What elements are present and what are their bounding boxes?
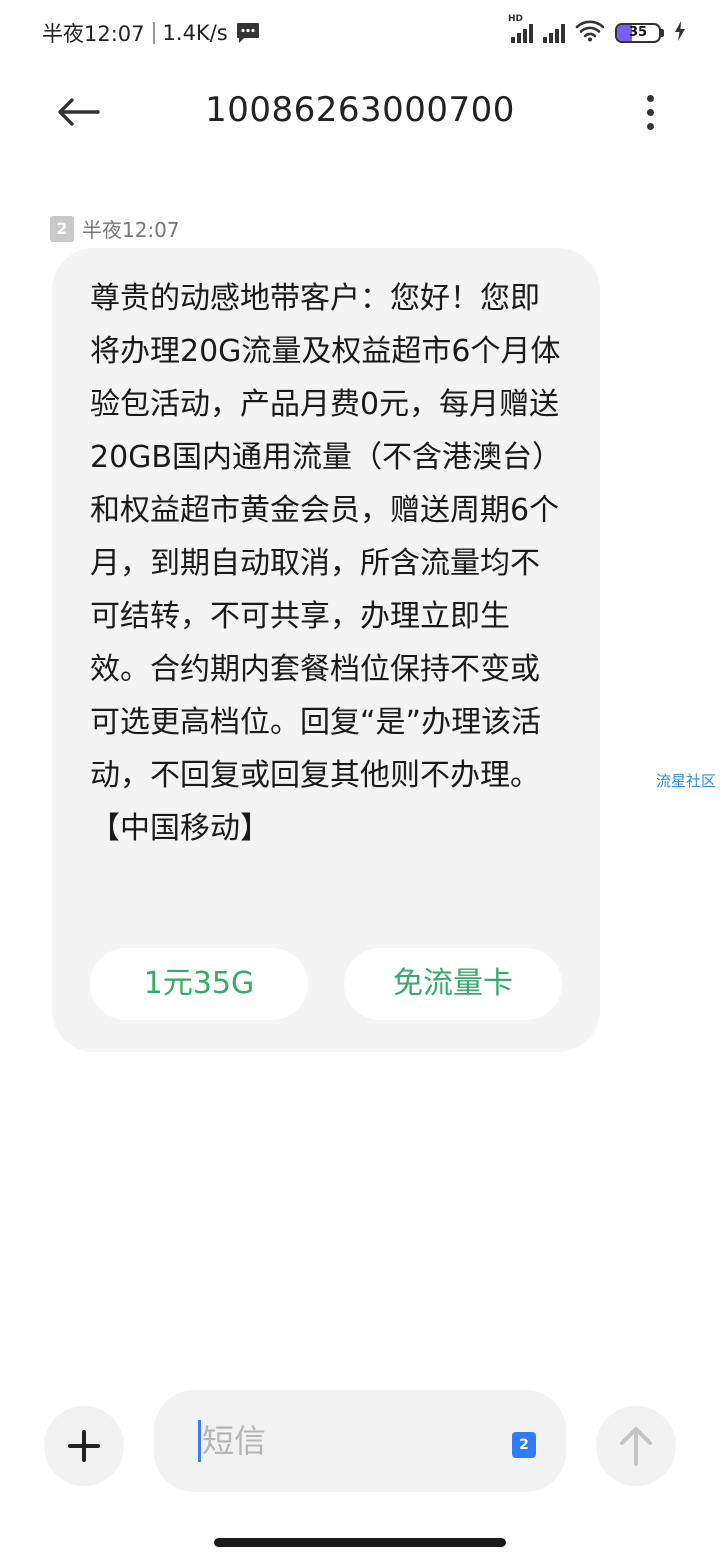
- message-notification-icon: [236, 22, 260, 44]
- plus-icon: [68, 1430, 100, 1462]
- signal-hd-icon: HD: [508, 14, 533, 43]
- back-button[interactable]: [48, 86, 108, 138]
- status-time: 半夜12:07: [42, 22, 145, 46]
- home-indicator[interactable]: [214, 1538, 506, 1547]
- watermark-text: 流星社区: [656, 772, 717, 790]
- message-meta: 2 半夜12:07: [50, 214, 180, 243]
- message-body: 尊贵的动感地带客户：您好！您即将办理20G流量及权益超市6个月体验包活动，产品月…: [90, 281, 563, 846]
- send-arrow-icon: [620, 1427, 652, 1466]
- more-dot-icon: [646, 94, 654, 102]
- message-bubble[interactable]: 尊贵的动感地带客户：您好！您即将办理20G流量及权益超市6个月体验包活动，产品月…: [52, 248, 600, 1052]
- status-right: HD 35: [508, 14, 686, 46]
- battery-body: 35: [615, 23, 661, 43]
- network-speed: 1.4K/s: [162, 21, 228, 45]
- message-compose-box[interactable]: 2: [154, 1390, 566, 1492]
- quick-reply-button[interactable]: 1元35G: [90, 948, 308, 1020]
- charging-icon: [674, 21, 686, 45]
- battery-level: 35: [628, 25, 648, 40]
- status-separator: [152, 22, 155, 44]
- quick-reply-button[interactable]: 免流量卡: [344, 948, 562, 1020]
- battery-icon: 35: [615, 23, 664, 43]
- back-arrow-icon: [58, 98, 100, 126]
- signal-icon: [543, 23, 565, 43]
- more-dot-icon: [646, 108, 654, 116]
- message-timestamp: 半夜12:07: [82, 218, 180, 242]
- wifi-icon: [575, 20, 605, 46]
- status-left: 半夜12:07 1.4K/s: [42, 18, 260, 48]
- more-dot-icon: [646, 122, 654, 130]
- conversation-header: 10086263000700: [0, 66, 720, 158]
- conversation-title: 10086263000700: [205, 90, 515, 130]
- add-attachment-button[interactable]: [44, 1406, 124, 1486]
- sms-conversation-screen: 半夜12:07 1.4K/s HD 35 10086263000700 2 半夜…: [0, 0, 720, 1560]
- status-bar: 半夜12:07 1.4K/s HD 35: [0, 0, 720, 66]
- sms-input[interactable]: [202, 1414, 502, 1468]
- hd-label: HD: [508, 14, 524, 24]
- battery-tip: [661, 29, 664, 37]
- more-options-button[interactable]: [628, 86, 672, 138]
- send-button[interactable]: [596, 1406, 676, 1486]
- text-cursor: [198, 1420, 201, 1462]
- sim-select-icon[interactable]: 2: [512, 1432, 536, 1458]
- sim-card-icon: 2: [50, 215, 74, 242]
